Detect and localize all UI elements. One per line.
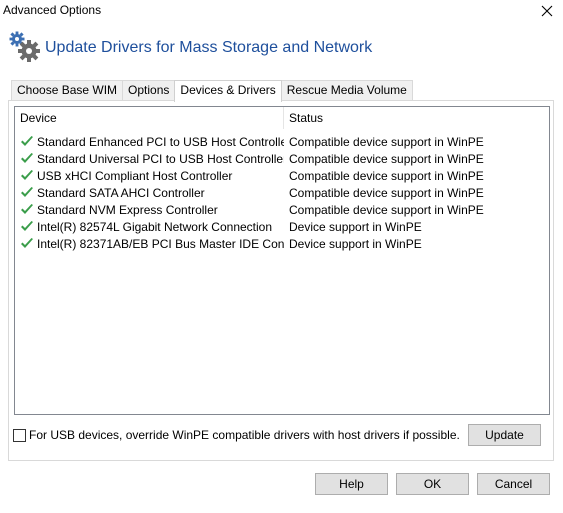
device-cell: Standard NVM Express Controller: [15, 203, 284, 217]
close-button[interactable]: [535, 1, 559, 21]
ok-button[interactable]: OK: [396, 473, 469, 495]
device-status: Compatible device support in WinPE: [289, 168, 484, 183]
table-row[interactable]: Standard Universal PCI to USB Host Contr…: [15, 150, 549, 167]
check-icon: [21, 221, 33, 231]
device-name: USB xHCI Compliant Host Controller: [37, 168, 233, 183]
device-cell: Intel(R) 82574L Gigabit Network Connecti…: [15, 220, 284, 234]
list-header: Device Status: [15, 107, 549, 129]
device-name: Standard NVM Express Controller: [37, 202, 218, 217]
device-name: Standard Enhanced PCI to USB Host Contro…: [37, 134, 284, 149]
device-status: Compatible device support in WinPE: [289, 185, 484, 200]
title-bar: Advanced Options: [0, 0, 563, 22]
override-checkbox-label: For USB devices, override WinPE compatib…: [29, 428, 460, 442]
device-status: Device support in WinPE: [289, 236, 422, 251]
table-row[interactable]: Intel(R) 82371AB/EB PCI Bus Master IDE C…: [15, 235, 549, 252]
tab-devices-drivers[interactable]: Devices & Drivers: [174, 80, 282, 102]
device-name: Standard SATA AHCI Controller: [37, 185, 205, 200]
close-icon: [541, 5, 553, 17]
check-icon: [21, 238, 33, 248]
table-row[interactable]: Standard SATA AHCI Controller Compatible …: [15, 184, 549, 201]
device-name: Standard Universal PCI to USB Host Contr…: [37, 151, 284, 166]
device-status: Compatible device support in WinPE: [289, 202, 484, 217]
device-cell: Standard SATA AHCI Controller: [15, 186, 284, 200]
devices-drivers-panel: Device Status Standard Enhanced PCI to U…: [8, 100, 554, 461]
table-row[interactable]: Standard NVM Express Controller Compatibl…: [15, 201, 549, 218]
device-name: Intel(R) 82371AB/EB PCI Bus Master IDE C…: [37, 236, 284, 251]
device-cell: USB xHCI Compliant Host Controller: [15, 169, 284, 183]
device-status: Device support in WinPE: [289, 219, 422, 234]
device-name: Intel(R) 82574L Gigabit Network Connecti…: [37, 219, 273, 234]
help-button[interactable]: Help: [315, 473, 388, 495]
table-row[interactable]: Standard Enhanced PCI to USB Host Contro…: [15, 133, 549, 150]
table-row[interactable]: Intel(R) 82574L Gigabit Network Connecti…: [15, 218, 549, 235]
check-icon: [21, 136, 33, 146]
column-header-device[interactable]: Device: [15, 107, 284, 129]
cancel-button[interactable]: Cancel: [477, 473, 550, 495]
table-row[interactable]: USB xHCI Compliant Host Controller Compat…: [15, 167, 549, 184]
check-icon: [21, 153, 33, 163]
tab-rescue-media-volume[interactable]: Rescue Media Volume: [280, 80, 413, 101]
check-icon: [21, 187, 33, 197]
tab-options[interactable]: Options: [122, 80, 176, 101]
device-cell: Standard Universal PCI to USB Host Contr…: [15, 152, 284, 166]
dialog-heading: Update Drivers for Mass Storage and Netw…: [45, 39, 373, 56]
update-button[interactable]: Update: [468, 424, 541, 446]
tab-strip: Choose Base WIM Options Devices & Driver…: [11, 80, 413, 102]
device-cell: Standard Enhanced PCI to USB Host Contro…: [15, 135, 284, 149]
device-status: Compatible device support in WinPE: [289, 151, 484, 166]
window-title: Advanced Options: [3, 3, 102, 17]
check-icon: [21, 204, 33, 214]
device-cell: Intel(R) 82371AB/EB PCI Bus Master IDE C…: [15, 237, 284, 251]
check-icon: [21, 170, 33, 180]
override-checkbox[interactable]: [13, 428, 26, 442]
dialog-header: Update Drivers for Mass Storage and Netw…: [7, 30, 547, 66]
device-status: Compatible device support in WinPE: [289, 134, 484, 149]
list-rows: Standard Enhanced PCI to USB Host Contro…: [15, 133, 549, 252]
tab-choose-base-wim[interactable]: Choose Base WIM: [11, 80, 124, 101]
gear-icon: [9, 31, 40, 62]
override-option[interactable]: For USB devices, override WinPE compatib…: [13, 428, 460, 442]
column-header-status[interactable]: Status: [284, 107, 549, 129]
devices-list[interactable]: Device Status Standard Enhanced PCI to U…: [14, 106, 550, 415]
